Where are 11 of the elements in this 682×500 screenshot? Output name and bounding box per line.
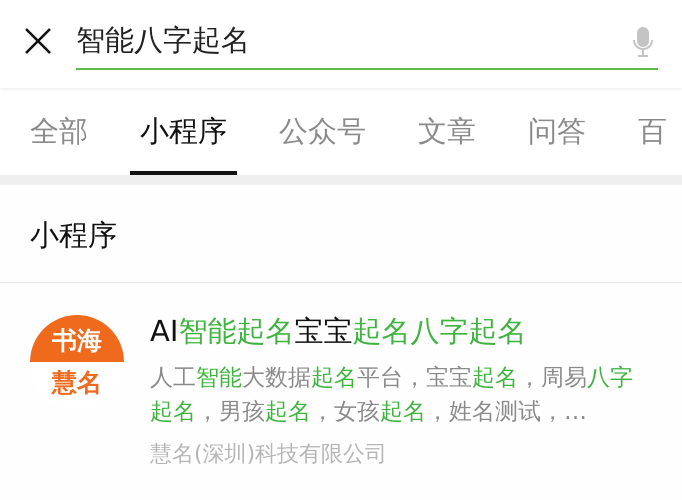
company-name: 慧名(深圳)科技有限公司 bbox=[150, 441, 388, 469]
tab[interactable]: 文章 bbox=[418, 88, 476, 175]
tab[interactable]: 问答 bbox=[528, 88, 586, 175]
tab[interactable]: 公众号 bbox=[279, 88, 366, 175]
result-description: 人工智能大数据起名平台，宝宝起名，周易八字起名，男孩起名，女孩起名，姓名测试，… bbox=[150, 364, 634, 427]
tab[interactable]: 全部 bbox=[30, 88, 88, 175]
section-title: 小程序 bbox=[0, 185, 682, 283]
search-field[interactable]: 智能八字起名 bbox=[76, 14, 658, 70]
close-icon[interactable] bbox=[24, 27, 52, 55]
result-title[interactable]: AI智能起名宝宝起名八字起名 bbox=[150, 311, 652, 351]
tab[interactable]: 百 bbox=[638, 88, 667, 175]
